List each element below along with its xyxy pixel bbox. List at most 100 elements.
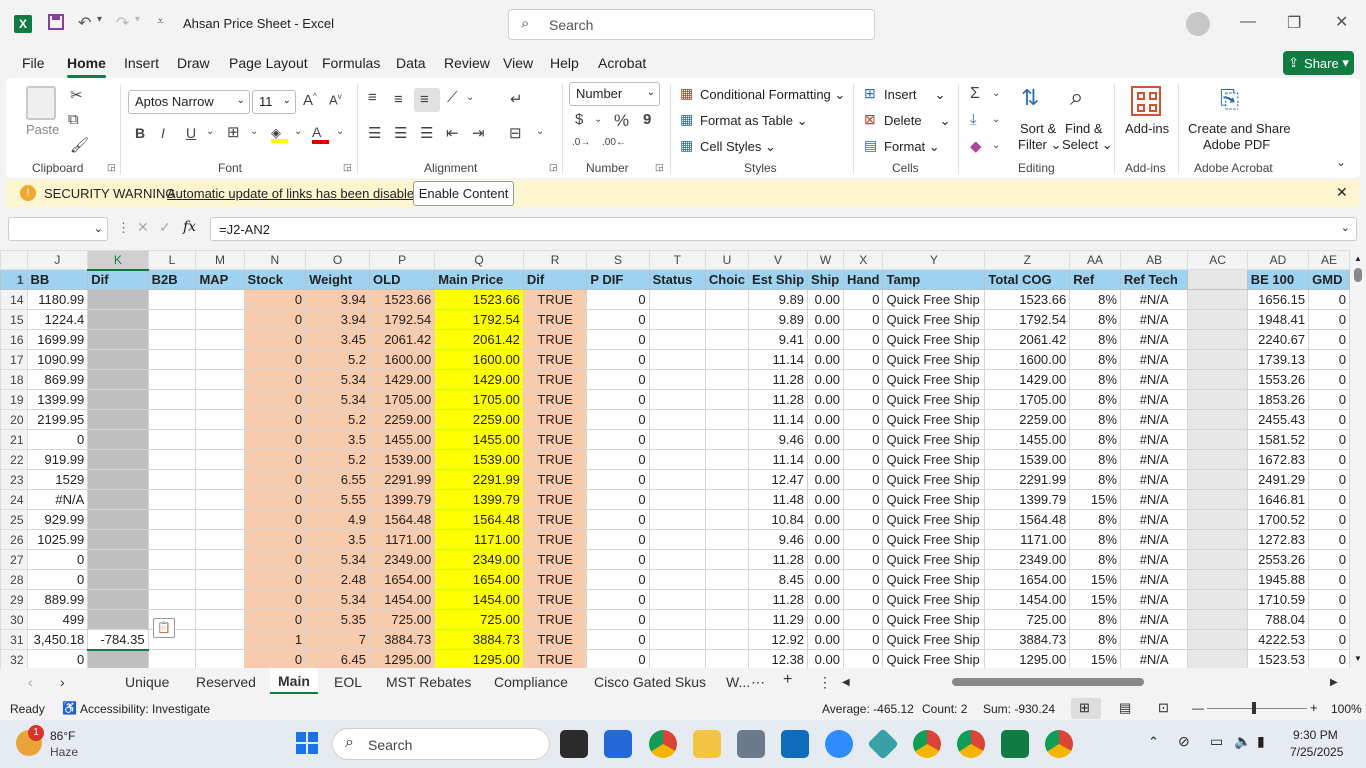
show-hidden-icons-icon[interactable]: ⌃ <box>1148 734 1159 750</box>
zoom-slider-thumb[interactable] <box>1252 702 1256 714</box>
cell-V[interactable]: 12.92 <box>748 629 809 650</box>
paste-icon[interactable] <box>26 86 56 120</box>
cell-M[interactable] <box>195 549 245 570</box>
align-left-icon[interactable]: ☰ <box>368 124 381 142</box>
cell-T[interactable] <box>648 509 706 530</box>
cell-X[interactable]: 0 <box>842 489 884 510</box>
cell-X[interactable]: 0 <box>842 529 884 550</box>
clear-icon[interactable]: ◆ <box>970 137 982 155</box>
cell-T[interactable] <box>648 429 706 450</box>
header-cell[interactable]: Hand <box>842 269 884 290</box>
cell-AE[interactable]: 0 <box>1308 309 1350 330</box>
find-select-label[interactable]: Find & <box>1065 121 1103 136</box>
chevron-down-icon[interactable]: ⌄ <box>536 126 544 137</box>
cell-AC[interactable] <box>1187 649 1248 668</box>
cell-AB[interactable]: #N/A <box>1119 549 1189 570</box>
cell-Q[interactable]: 2349.00 <box>434 549 524 570</box>
column-header-L[interactable]: L <box>147 250 197 270</box>
cell-M[interactable] <box>195 589 245 610</box>
cell-AC[interactable] <box>1187 389 1248 410</box>
cell-Y[interactable]: Quick Free Ship <box>882 629 986 650</box>
cell-R[interactable]: TRUE <box>522 409 588 430</box>
cell-AC[interactable] <box>1187 489 1248 510</box>
cell-V[interactable]: 11.14 <box>748 409 809 430</box>
cell-J[interactable]: 0 <box>26 429 89 450</box>
scroll-right-icon[interactable]: ▶ <box>1330 677 1338 688</box>
cell-P[interactable]: 1539.00 <box>369 449 436 470</box>
cell-AE[interactable]: 0 <box>1308 469 1350 490</box>
row-number[interactable]: 29 <box>0 589 28 610</box>
undo-icon[interactable]: ↶ <box>78 13 91 33</box>
cell-V[interactable]: 11.28 <box>748 389 809 410</box>
cell-S[interactable]: 0 <box>586 489 650 510</box>
customize-toolbar-icon[interactable]: ⩡ <box>157 14 164 29</box>
cell-K[interactable] <box>87 289 149 310</box>
cell-X[interactable]: 0 <box>842 509 884 530</box>
cell-L[interactable] <box>147 549 197 570</box>
cell-S[interactable]: 0 <box>586 629 650 650</box>
cell-M[interactable] <box>195 529 245 550</box>
cell-N[interactable]: 0 <box>243 489 307 510</box>
cell-Q[interactable]: 1399.79 <box>434 489 524 510</box>
cell-W[interactable]: 0.00 <box>807 629 844 650</box>
borders-icon[interactable]: ⊞ <box>227 123 240 141</box>
column-header-U[interactable]: U <box>704 250 750 270</box>
close-icon[interactable]: ✕ <box>1335 12 1348 32</box>
cell-U[interactable] <box>704 629 750 650</box>
cell-AD[interactable]: 1948.41 <box>1246 309 1310 330</box>
cell-Y[interactable]: Quick Free Ship <box>882 649 986 668</box>
cell-AB[interactable]: #N/A <box>1119 329 1189 350</box>
cell-N[interactable]: 0 <box>243 389 307 410</box>
cell-Z[interactable]: 3884.73 <box>984 629 1071 650</box>
cell-AB[interactable]: #N/A <box>1119 529 1189 550</box>
clock-date[interactable]: 7/25/2025 <box>1290 745 1343 759</box>
cell-K[interactable] <box>87 529 149 550</box>
cell-AA[interactable]: 15% <box>1069 589 1121 610</box>
cell-P[interactable]: 1654.00 <box>369 569 436 590</box>
cell-Z[interactable]: 1523.66 <box>984 289 1071 310</box>
cell-W[interactable]: 0.00 <box>807 409 844 430</box>
cell-AB[interactable]: #N/A <box>1119 349 1189 370</box>
cell-N[interactable]: 0 <box>243 369 307 390</box>
cell-Q[interactable]: 1792.54 <box>434 309 524 330</box>
cell-Q[interactable]: 1600.00 <box>434 349 524 370</box>
cell-AB[interactable]: #N/A <box>1119 609 1189 630</box>
cell-AD[interactable]: 4222.53 <box>1246 629 1310 650</box>
row-number[interactable]: 15 <box>0 309 28 330</box>
cell-Q[interactable]: 1564.48 <box>434 509 524 530</box>
cell-S[interactable]: 0 <box>586 609 650 630</box>
cell-AA[interactable]: 8% <box>1069 409 1121 430</box>
task-view-icon[interactable] <box>560 730 588 758</box>
cell-Z[interactable]: 1705.00 <box>984 389 1071 410</box>
cell-AC[interactable] <box>1187 589 1248 610</box>
cell-styles-icon[interactable]: ▦ <box>680 137 693 154</box>
cell-AC[interactable] <box>1187 529 1248 550</box>
tab-draw[interactable]: Draw <box>177 55 210 71</box>
cancel-formula-icon[interactable]: ✕ <box>137 219 149 236</box>
cell-W[interactable]: 0.00 <box>807 509 844 530</box>
weather-condition[interactable]: Haze <box>50 745 78 759</box>
column-header-AA[interactable]: AA <box>1069 250 1121 270</box>
increase-font-icon[interactable]: A^ <box>303 92 317 109</box>
insert-cells-button[interactable]: Insert ⌄ <box>884 87 945 103</box>
cell-Y[interactable]: Quick Free Ship <box>882 549 986 570</box>
cell-Y[interactable]: Quick Free Ship <box>882 329 986 350</box>
cell-Z[interactable]: 1600.00 <box>984 349 1071 370</box>
cell-K[interactable] <box>87 549 149 570</box>
copy-icon[interactable]: ⧉ <box>68 111 79 128</box>
add-sheet-icon[interactable]: + <box>783 671 792 689</box>
cell-M[interactable] <box>195 289 245 310</box>
cell-AD[interactable]: 1581.52 <box>1246 429 1310 450</box>
cell-J[interactable]: 1699.99 <box>26 329 89 350</box>
column-header-P[interactable]: P <box>369 250 436 270</box>
cell-S[interactable]: 0 <box>586 369 650 390</box>
cell-AD[interactable]: 2240.67 <box>1246 329 1310 350</box>
cell-L[interactable] <box>147 649 197 668</box>
cell-Z[interactable]: 1564.48 <box>984 509 1071 530</box>
cell-Y[interactable]: Quick Free Ship <box>882 569 986 590</box>
cell-Z[interactable]: 1455.00 <box>984 429 1071 450</box>
cell-N[interactable]: 0 <box>243 509 307 530</box>
cell-J[interactable]: 2199.95 <box>26 409 89 430</box>
cell-W[interactable]: 0.00 <box>807 649 844 668</box>
conditional-formatting-button[interactable]: Conditional Formatting ⌄ <box>700 87 845 103</box>
